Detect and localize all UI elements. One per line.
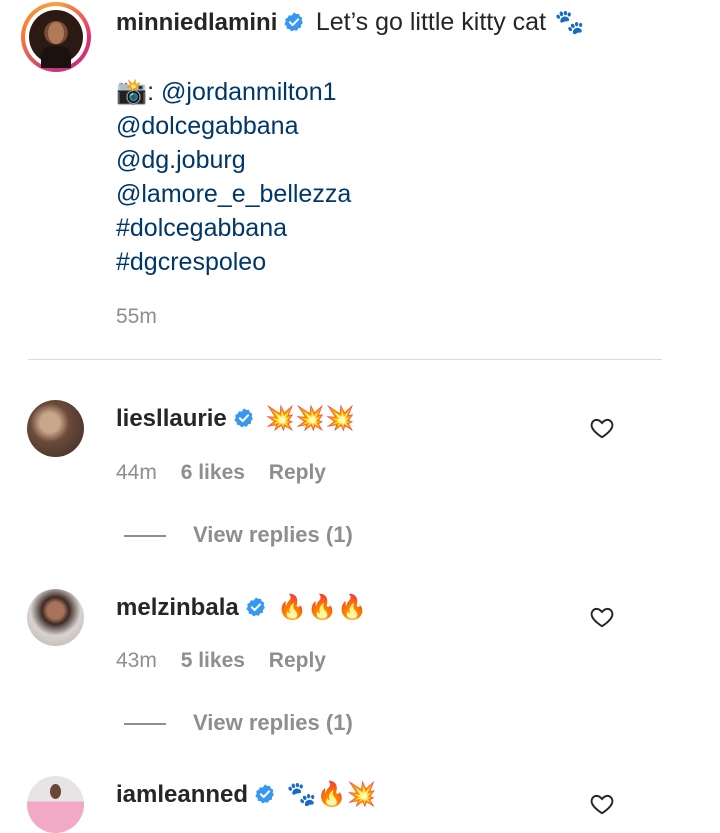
comment-meta: 44m 6 likes Reply	[116, 461, 344, 485]
mention-link[interactable]: @jordanmilton1	[161, 78, 336, 106]
caption-text: Let’s go little kitty cat	[315, 8, 547, 36]
comment-emoji: 🐾🔥💥	[286, 780, 377, 808]
verified-badge-icon	[246, 597, 265, 617]
replies-divider-line	[124, 535, 166, 537]
comment-avatar[interactable]	[27, 776, 84, 833]
hashtag-link[interactable]: #dgcrespoleo	[116, 248, 266, 277]
verified-badge-icon	[284, 12, 304, 32]
avatar-photo	[29, 10, 83, 68]
post-timestamp: 55m	[116, 305, 157, 328]
reply-button[interactable]: Reply	[269, 461, 326, 484]
comment-username[interactable]: melzinbala	[116, 594, 239, 621]
paw-emoji: 🐾	[554, 8, 585, 36]
comment-meta: 43m 5 likes Reply	[116, 649, 344, 673]
likes-count[interactable]: 5 likes	[181, 649, 245, 672]
post-author-avatar[interactable]	[21, 2, 91, 72]
heart-outline-icon[interactable]	[589, 604, 615, 630]
comment-avatar[interactable]	[27, 589, 84, 646]
verified-badge-icon	[255, 784, 274, 804]
comment-timestamp: 44m	[116, 461, 157, 484]
comment-emoji: 🔥🔥🔥	[277, 593, 368, 621]
comment-header: iamleanned 🐾🔥💥	[116, 780, 376, 809]
mention-link[interactable]: @dolcegabbana	[116, 112, 298, 141]
likes-count[interactable]: 6 likes	[181, 461, 245, 484]
camera-emoji: 📸:	[116, 78, 162, 106]
view-replies-button[interactable]: View replies (1)	[193, 522, 353, 548]
comment-avatar[interactable]	[27, 400, 84, 457]
hashtag-link[interactable]: #dolcegabbana	[116, 214, 287, 243]
comment-emoji: 💥💥💥	[265, 404, 356, 432]
heart-outline-icon[interactable]	[589, 791, 615, 817]
heart-outline-icon[interactable]	[589, 415, 615, 441]
mention-link[interactable]: @dg.joburg	[116, 146, 246, 175]
comment-username[interactable]: iamleanned	[116, 781, 248, 808]
comment-header: melzinbala 🔥🔥🔥	[116, 593, 367, 622]
comment-username[interactable]: liesllaurie	[116, 405, 227, 432]
view-replies-button[interactable]: View replies (1)	[193, 710, 353, 736]
reply-button[interactable]: Reply	[269, 649, 326, 672]
comment-header: liesllaurie 💥💥💥	[116, 404, 355, 433]
verified-badge-icon	[234, 408, 253, 428]
comment-timestamp: 43m	[116, 649, 157, 672]
mention-link[interactable]: @lamore_e_bellezza	[116, 180, 351, 209]
replies-divider-line	[124, 723, 166, 725]
post-username[interactable]: minniedlamini	[116, 9, 277, 36]
caption-header: minniedlamini Let’s go little kitty cat …	[116, 8, 584, 37]
divider	[28, 359, 662, 360]
caption-line-credit[interactable]: 📸: @jordanmilton1	[116, 78, 337, 107]
